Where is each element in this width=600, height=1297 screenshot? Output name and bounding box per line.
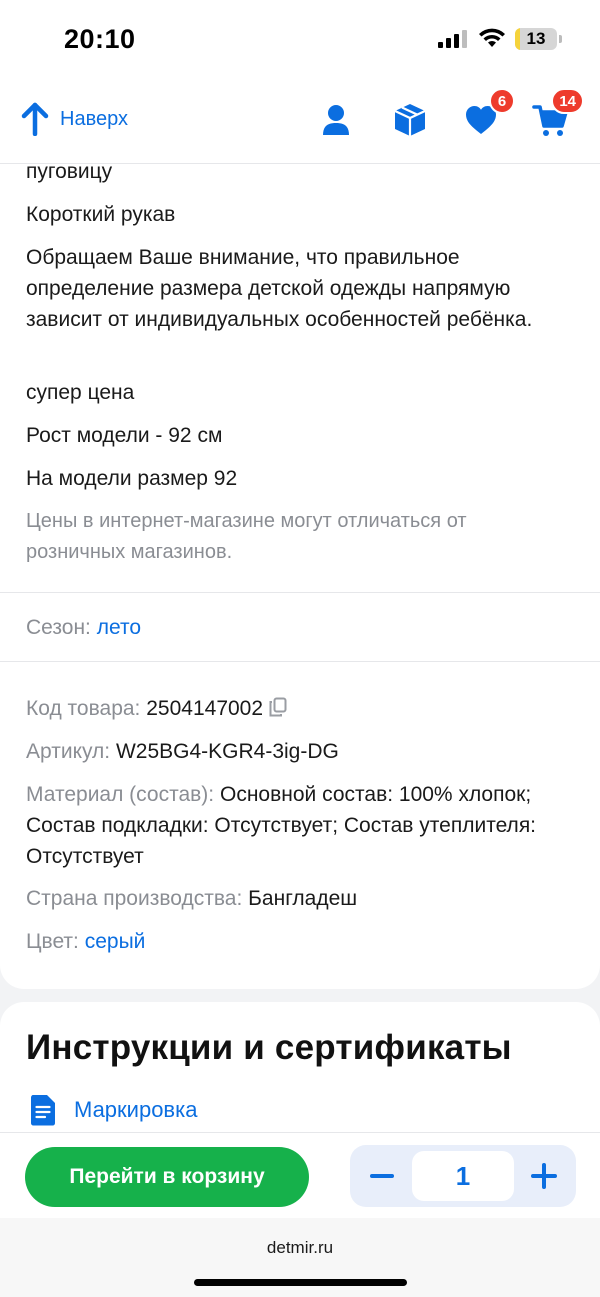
country-value: Бангладеш (248, 887, 358, 910)
divider (0, 661, 600, 662)
article-row: Артикул: W25BG4-KGR4-3ig-DG (26, 736, 576, 767)
product-details-card: пуговицу Короткий рукав Обращаем Ваше вн… (0, 164, 600, 989)
product-code-row: Код товара: 2504147002 (26, 693, 576, 724)
minus-icon (370, 1174, 394, 1178)
description-line: Короткий рукав (26, 203, 176, 226)
cellular-signal-icon (438, 30, 467, 48)
material-label: Материал (состав): (26, 783, 215, 806)
color-link[interactable]: серый (85, 930, 146, 953)
status-time: 20:10 (64, 24, 136, 54)
country-label: Страна производства: (26, 887, 243, 910)
season-row: Сезон: лето (26, 612, 576, 643)
cart-count-badge: 14 (551, 88, 584, 114)
arrow-up-icon (21, 102, 49, 136)
country-row: Страна производства: Бангладеш (26, 883, 576, 914)
battery-indicator: 13 (515, 28, 557, 50)
profile-button[interactable] (316, 100, 356, 140)
instructions-card: Инструкции и сертификаты Маркировка (0, 1002, 600, 1142)
favorites-count-badge: 6 (489, 88, 515, 114)
color-row: Цвет: серый (26, 926, 576, 957)
instructions-title: Инструкции и сертификаты (26, 1028, 512, 1067)
plus-icon (531, 1163, 557, 1189)
scroll-to-top-label: Наверх (60, 107, 128, 130)
description-line: На модели размер 92 (26, 467, 238, 490)
description-paragraph: Обращаем Ваше внимание, что правильное о… (26, 246, 533, 331)
divider (0, 592, 600, 593)
status-bar: 20:10 13 (0, 0, 600, 80)
orders-button[interactable] (390, 100, 430, 140)
favorites-button[interactable]: 6 (461, 88, 515, 140)
browser-address-bar: detmir.ru (0, 1218, 600, 1297)
color-label: Цвет: (26, 930, 79, 953)
box-icon (394, 104, 426, 136)
go-to-cart-button[interactable]: Перейти в корзину (25, 1147, 309, 1207)
browser-url[interactable]: detmir.ru (0, 1238, 600, 1258)
product-code-value: 2504147002 (146, 697, 264, 720)
scroll-to-top-button[interactable]: Наверх (20, 102, 128, 136)
price-disclaimer: Цены в интернет-магазине могут отличатьс… (26, 510, 467, 563)
profile-icon (323, 105, 349, 135)
increase-quantity-button[interactable] (514, 1145, 574, 1207)
battery-cap (559, 35, 562, 43)
description-line: Рост модели - 92 см (26, 424, 223, 447)
bottom-action-bar: Перейти в корзину 1 (0, 1132, 600, 1218)
season-link[interactable]: лето (97, 616, 141, 639)
battery-percent: 13 (526, 29, 546, 48)
instruction-link-label: Маркировка (74, 1097, 198, 1122)
wifi-icon (479, 28, 505, 47)
top-navigation: Наверх 6 14 (0, 80, 600, 164)
decrease-quantity-button[interactable] (352, 1145, 412, 1207)
document-icon (31, 1095, 55, 1126)
copy-icon[interactable] (269, 697, 287, 717)
product-code-label: Код товара: (26, 697, 141, 720)
home-indicator[interactable] (194, 1279, 407, 1286)
quantity-value[interactable]: 1 (412, 1151, 514, 1201)
quantity-stepper: 1 (350, 1145, 576, 1207)
material-row: Материал (состав): Основной состав: 100%… (26, 779, 576, 872)
description-line: супер цена (26, 381, 135, 404)
article-value: W25BG4-KGR4-3ig-DG (115, 740, 339, 763)
cart-button[interactable]: 14 (530, 88, 584, 140)
season-label: Сезон: (26, 616, 91, 639)
instruction-link-marking[interactable]: Маркировка (30, 1094, 197, 1126)
description-line: пуговицу (26, 164, 113, 183)
article-label: Артикул: (26, 740, 111, 763)
